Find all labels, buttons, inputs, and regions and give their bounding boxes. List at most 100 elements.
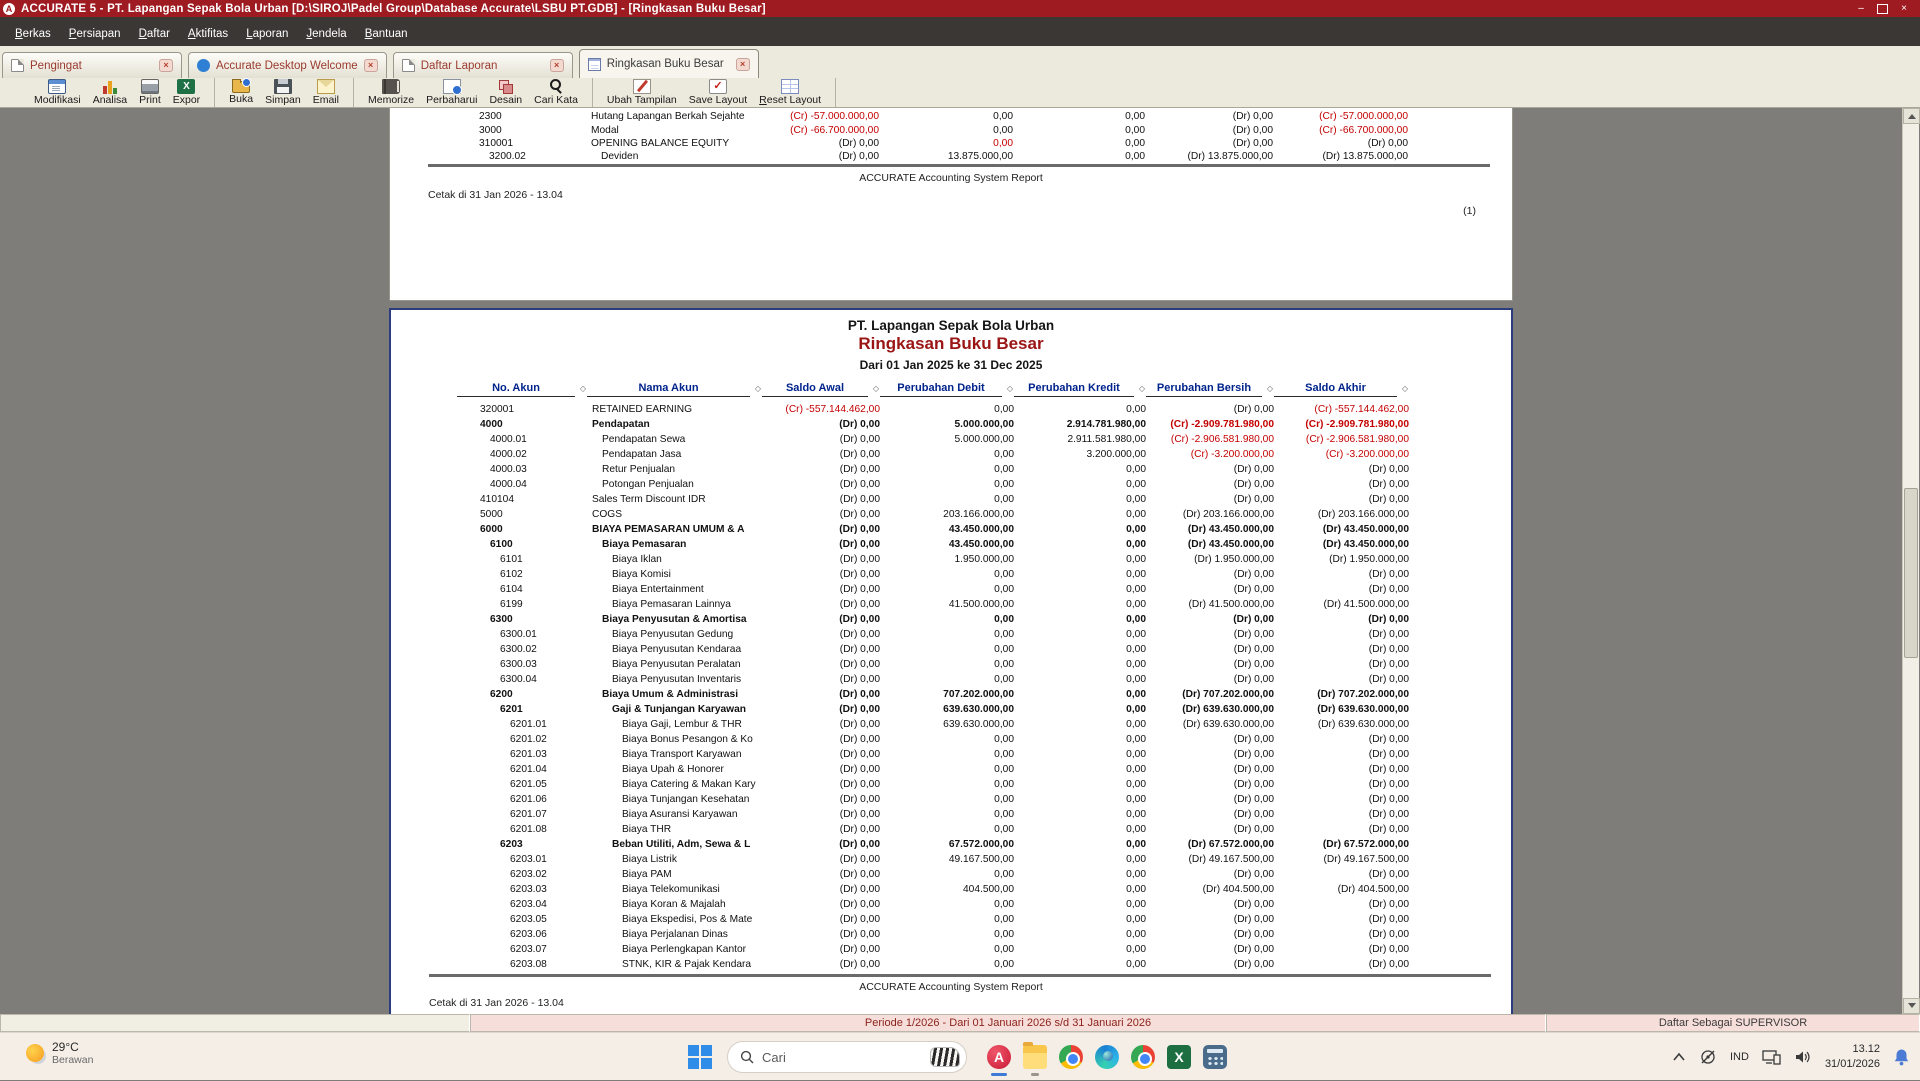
table-row-6201[interactable]: 6201Gaji & Tunjangan Karyawan(Dr) 0,0063… — [457, 702, 1409, 717]
column-header-perubahan-debit[interactable]: Perubahan Debit◇ — [880, 382, 1014, 397]
table-row-6203.08[interactable]: 6203.08STNK, KIR & Pajak Kendara(Dr) 0,0… — [457, 957, 1409, 972]
table-row-310001[interactable]: 310001OPENING BALANCE EQUITY(Dr) 0,000,0… — [456, 137, 1408, 150]
table-row-6203.06[interactable]: 6203.06Biaya Perjalanan Dinas(Dr) 0,000,… — [457, 927, 1409, 942]
table-row-6203.03[interactable]: 6203.03Biaya Telekomunikasi(Dr) 0,00404.… — [457, 882, 1409, 897]
sort-diamond-icon[interactable]: ◇ — [1139, 384, 1145, 393]
simpan-button[interactable]: Simpan — [259, 78, 307, 107]
tab-close-icon[interactable]: × — [364, 59, 378, 72]
sort-diamond-icon[interactable]: ◇ — [1402, 384, 1408, 393]
table-row-6104[interactable]: 6104Biaya Entertainment(Dr) 0,000,000,00… — [457, 582, 1409, 597]
menu-jendela[interactable]: Jendela — [297, 26, 355, 42]
clock[interactable]: 13.12 31/01/2026 — [1825, 1042, 1880, 1072]
sort-diamond-icon[interactable]: ◇ — [580, 384, 586, 393]
sort-diamond-icon[interactable]: ◇ — [1007, 384, 1013, 393]
menu-bantuan[interactable]: Bantuan — [356, 26, 417, 42]
table-row-4000.03[interactable]: 4000.03Retur Penjualan(Dr) 0,000,000,00(… — [457, 462, 1409, 477]
tab-ringkasan-buku-besar[interactable]: Ringkasan Buku Besar× — [579, 49, 759, 78]
table-row-6201.06[interactable]: 6201.06Biaya Tunjangan Kesehatan(Dr) 0,0… — [457, 792, 1409, 807]
analisa-button[interactable]: Analisa — [87, 78, 133, 107]
table-row-6300.02[interactable]: 6300.02Biaya Penyusutan Kendaraa(Dr) 0,0… — [457, 642, 1409, 657]
table-row-4000.04[interactable]: 4000.04Potongan Penjualan(Dr) 0,000,000,… — [457, 477, 1409, 492]
eye-hidden-icon[interactable] — [1699, 1049, 1717, 1065]
notification-bell-icon[interactable] — [1893, 1048, 1910, 1066]
email-button[interactable]: Email — [307, 78, 345, 107]
scroll-up-button[interactable] — [1903, 108, 1920, 124]
table-row-6300[interactable]: 6300Biaya Penyusutan & Amortisa(Dr) 0,00… — [457, 612, 1409, 627]
table-row-6200[interactable]: 6200Biaya Umum & Administrasi(Dr) 0,0070… — [457, 687, 1409, 702]
tray-overflow-chevron-icon[interactable] — [1672, 1052, 1686, 1062]
table-row-6000[interactable]: 6000BIAYA PEMASARAN UMUM & A(Dr) 0,0043.… — [457, 522, 1409, 537]
language-indicator[interactable]: IND — [1730, 1051, 1749, 1063]
table-row-3200.02[interactable]: 3200.02Deviden(Dr) 0,0013.875.000,000,00… — [456, 150, 1408, 163]
table-row-6203.01[interactable]: 6203.01Biaya Listrik(Dr) 0,0049.167.500,… — [457, 852, 1409, 867]
excel-app-icon[interactable]: X — [1161, 1037, 1197, 1077]
table-row-6203.07[interactable]: 6203.07Biaya Perlengkapan Kantor(Dr) 0,0… — [457, 942, 1409, 957]
menu-aktifitas[interactable]: Aktifitas — [179, 26, 237, 42]
tab-pengingat[interactable]: Pengingat× — [2, 52, 182, 78]
expor-button[interactable]: Expor — [167, 78, 206, 107]
table-row-4000.01[interactable]: 4000.01Pendapatan Sewa(Dr) 0,005.000.000… — [457, 432, 1409, 447]
table-row-6201.08[interactable]: 6201.08Biaya THR(Dr) 0,000,000,00(Dr) 0,… — [457, 822, 1409, 837]
buka-button[interactable]: Buka — [223, 78, 259, 107]
accurate-app-icon[interactable]: A — [981, 1037, 1017, 1077]
reset-layout-button[interactable]: Reset Layout — [753, 78, 827, 107]
cast-display-icon[interactable] — [1762, 1049, 1782, 1065]
table-row-6300.04[interactable]: 6300.04Biaya Penyusutan Inventaris(Dr) 0… — [457, 672, 1409, 687]
save-layout-button[interactable]: Save Layout — [683, 78, 753, 107]
menu-daftar[interactable]: Daftar — [130, 26, 179, 42]
table-row-6101[interactable]: 6101Biaya Iklan(Dr) 0,001.950.000,000,00… — [457, 552, 1409, 567]
sort-diamond-icon[interactable]: ◇ — [873, 384, 879, 393]
menu-laporan[interactable]: Laporan — [237, 26, 297, 42]
table-row-6199[interactable]: 6199Biaya Pemasaran Lainnya(Dr) 0,0041.5… — [457, 597, 1409, 612]
table-row-6201.04[interactable]: 6201.04Biaya Upah & Honorer(Dr) 0,000,00… — [457, 762, 1409, 777]
perbaharui-button[interactable]: Perbaharui — [420, 78, 483, 107]
close-button[interactable]: × — [1896, 3, 1912, 15]
explorer-app-icon[interactable] — [1017, 1037, 1053, 1077]
scrollbar-thumb[interactable] — [1904, 488, 1918, 658]
scroll-down-button[interactable] — [1903, 998, 1920, 1014]
tab-close-icon[interactable]: × — [159, 59, 173, 72]
table-row-6100[interactable]: 6100Biaya Pemasaran(Dr) 0,0043.450.000,0… — [457, 537, 1409, 552]
search-input[interactable]: Cari — [727, 1041, 967, 1073]
column-header-perubahan-bersih[interactable]: Perubahan Bersih◇ — [1146, 382, 1274, 397]
chrome-2-app-icon[interactable] — [1125, 1037, 1161, 1077]
speaker-icon[interactable] — [1795, 1050, 1812, 1064]
minimize-button[interactable]: – — [1853, 3, 1869, 15]
print-button[interactable]: Print — [133, 78, 167, 107]
column-header-no-akun[interactable]: No. Akun◇ — [457, 382, 587, 397]
tab-close-icon[interactable]: × — [550, 59, 564, 72]
column-header-saldo-awal[interactable]: Saldo Awal◇ — [762, 382, 880, 397]
maximize-button[interactable] — [1877, 4, 1888, 14]
memorize-button[interactable]: Memorize — [362, 78, 420, 107]
sort-diamond-icon[interactable]: ◇ — [1267, 384, 1273, 393]
menu-persiapan[interactable]: Persiapan — [60, 26, 130, 42]
column-header-perubahan-kredit[interactable]: Perubahan Kredit◇ — [1014, 382, 1146, 397]
table-row-320001[interactable]: 320001RETAINED EARNING(Cr) -557.144.462,… — [457, 402, 1409, 417]
chrome-app-icon[interactable] — [1053, 1037, 1089, 1077]
column-header-saldo-akhir[interactable]: Saldo Akhir◇ — [1274, 382, 1409, 397]
table-row-6203.04[interactable]: 6203.04Biaya Koran & Majalah(Dr) 0,000,0… — [457, 897, 1409, 912]
calculator-app-icon[interactable] — [1197, 1037, 1233, 1077]
table-row-5000[interactable]: 5000COGS(Dr) 0,00203.166.000,000,00(Dr) … — [457, 507, 1409, 522]
table-row-6102[interactable]: 6102Biaya Komisi(Dr) 0,000,000,00(Dr) 0,… — [457, 567, 1409, 582]
sort-diamond-icon[interactable]: ◇ — [755, 384, 761, 393]
table-row-6201.05[interactable]: 6201.05Biaya Catering & Makan Kary(Dr) 0… — [457, 777, 1409, 792]
cari-kata-button[interactable]: Cari Kata — [528, 78, 584, 107]
table-row-4000.02[interactable]: 4000.02Pendapatan Jasa(Dr) 0,000,003.200… — [457, 447, 1409, 462]
edge-app-icon[interactable] — [1089, 1037, 1125, 1077]
vertical-scrollbar[interactable] — [1902, 108, 1919, 1014]
modifikasi-button[interactable]: Modifikasi — [28, 78, 87, 107]
table-row-6201.07[interactable]: 6201.07Biaya Asuransi Karyawan(Dr) 0,000… — [457, 807, 1409, 822]
table-row-6203.02[interactable]: 6203.02Biaya PAM(Dr) 0,000,000,00(Dr) 0,… — [457, 867, 1409, 882]
table-row-6203[interactable]: 6203Beban Utiliti, Adm, Sewa & L(Dr) 0,0… — [457, 837, 1409, 852]
table-row-6300.03[interactable]: 6300.03Biaya Penyusutan Peralatan(Dr) 0,… — [457, 657, 1409, 672]
tab-daftar-laporan[interactable]: Daftar Laporan× — [393, 52, 573, 78]
table-row-6201.01[interactable]: 6201.01Biaya Gaji, Lembur & THR(Dr) 0,00… — [457, 717, 1409, 732]
menu-berkas[interactable]: Berkas — [6, 26, 60, 42]
table-row-410104[interactable]: 410104Sales Term Discount IDR(Dr) 0,000,… — [457, 492, 1409, 507]
ubah-tampilan-button[interactable]: Ubah Tampilan — [601, 78, 683, 107]
table-row-4000[interactable]: 4000Pendapatan(Dr) 0,005.000.000,002.914… — [457, 417, 1409, 432]
table-row-6201.03[interactable]: 6201.03Biaya Transport Karyawan(Dr) 0,00… — [457, 747, 1409, 762]
table-row-3000[interactable]: 3000Modal(Cr) -66.700.000,000,000,00(Dr)… — [456, 123, 1408, 136]
table-row-6300.01[interactable]: 6300.01Biaya Penyusutan Gedung(Dr) 0,000… — [457, 627, 1409, 642]
